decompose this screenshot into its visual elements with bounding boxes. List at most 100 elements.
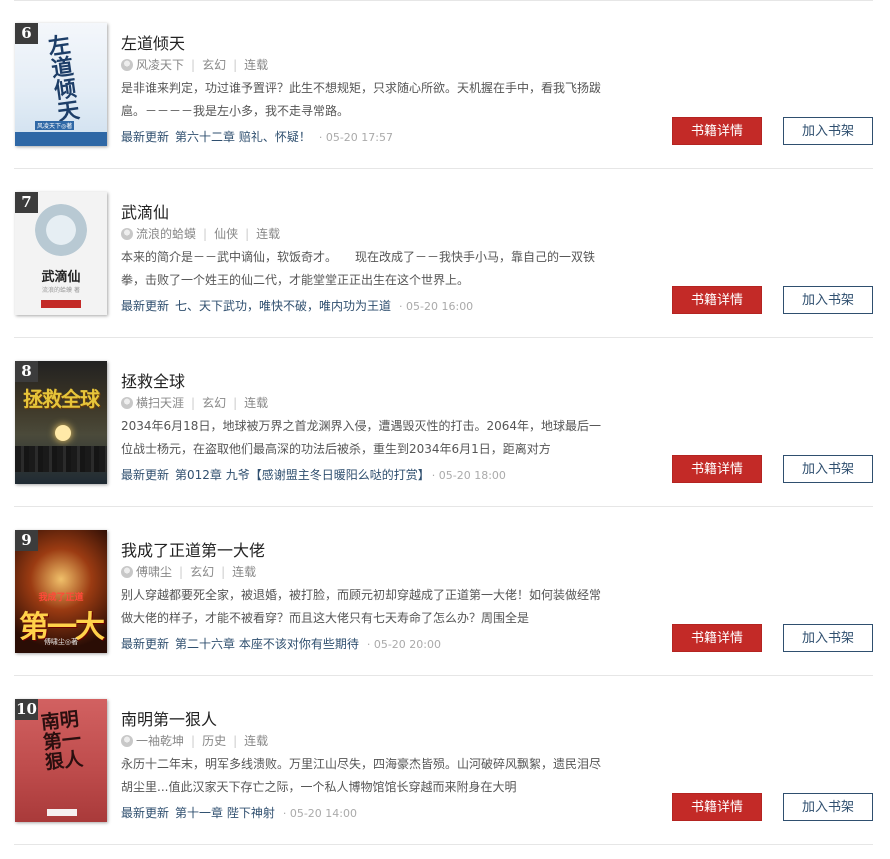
book-meta: 傅啸尘 | 玄幻 | 连载	[121, 563, 256, 580]
latest-chapter-link[interactable]: 第六十二章 赔礼、怀疑！	[175, 130, 311, 144]
rank-badge: 6	[15, 23, 38, 44]
latest-chapter-link[interactable]: 第十一章 陛下神射	[175, 806, 275, 820]
latest-chapter-link[interactable]: 第二十六章 本座不该对你有些期待	[175, 637, 359, 651]
separator: |	[233, 733, 238, 748]
separator: |	[191, 57, 196, 72]
book-item: 我成了正道 第一大佬 傅啸尘◎著 9 我成了正道第一大佬 傅啸尘 | 玄幻 | …	[0, 507, 890, 676]
book-author[interactable]: 风凌天下	[136, 56, 184, 73]
book-detail-button[interactable]: 书籍详情	[672, 286, 762, 314]
latest-update-label: 最新更新	[121, 468, 170, 482]
book-author[interactable]: 横扫天涯	[136, 394, 184, 411]
book-title[interactable]: 拯救全球	[121, 368, 185, 392]
book-cover[interactable]: 拯救全球 8	[15, 361, 107, 484]
separator: |	[233, 57, 238, 72]
update-time: · 05-20 17:57	[318, 131, 393, 144]
separator: |	[221, 564, 226, 579]
book-cover[interactable]: 南明第一狠人 10	[15, 699, 107, 822]
book-cover[interactable]: 武滴仙 流浪的蛤蟆 著 7	[15, 192, 107, 315]
author-avatar-icon	[121, 734, 133, 747]
book-item: 拯救全球 8 拯救全球 横扫天涯 | 玄幻 | 连载 2034年6月18日，地球…	[0, 338, 890, 507]
book-title[interactable]: 南明第一狠人	[121, 706, 217, 730]
author-avatar-icon	[121, 227, 133, 240]
book-detail-button[interactable]: 书籍详情	[672, 624, 762, 652]
book-meta: 横扫天涯 | 玄幻 | 连载	[121, 394, 268, 411]
latest-chapter-link[interactable]: 第012章 九爷【感谢盟主冬日暖阳么哒的打赏】	[175, 468, 424, 482]
cover-band	[15, 132, 107, 146]
book-cover[interactable]: 我成了正道 第一大佬 傅啸尘◎著 9	[15, 530, 107, 653]
cover-moon	[55, 425, 71, 441]
book-detail-button[interactable]: 书籍详情	[672, 793, 762, 821]
latest-update: 最新更新 七、天下武功，唯快不破，唯内功为王道 · 05-20 16:00	[121, 297, 473, 314]
cover-title-text: 武滴仙	[41, 270, 81, 285]
book-title[interactable]: 我成了正道第一大佬	[121, 537, 265, 561]
divider	[14, 844, 873, 845]
latest-update: 最新更新 第十一章 陛下神射 · 05-20 14:00	[121, 804, 357, 821]
book-item: 左道倾天 风凌天下◎著 6 左道倾天 风凌天下 | 玄幻 | 连载 是非谁来判定…	[0, 0, 890, 169]
book-author[interactable]: 一袖乾坤	[136, 732, 184, 749]
author-avatar-icon	[121, 396, 133, 409]
book-detail-button[interactable]: 书籍详情	[672, 117, 762, 145]
update-time: · 05-20 20:00	[366, 638, 441, 651]
publisher-logo	[41, 300, 81, 308]
add-to-shelf-button[interactable]: 加入书架	[783, 624, 873, 652]
book-meta: 流浪的蛤蟆 | 仙侠 | 连载	[121, 225, 280, 242]
book-description: 2034年6月18日，地球被万界之首龙渊界入侵，遭遇毁灭性的打击。2064年，地…	[121, 419, 601, 456]
latest-update-label: 最新更新	[121, 299, 170, 313]
book-author[interactable]: 傅啸尘	[136, 563, 172, 580]
add-to-shelf-button[interactable]: 加入书架	[783, 793, 873, 821]
book-item: 武滴仙 流浪的蛤蟆 著 7 武滴仙 流浪的蛤蟆 | 仙侠 | 连载 本来的简介是…	[0, 169, 890, 338]
book-status: 连载	[256, 227, 281, 241]
rank-badge: 10	[15, 699, 38, 720]
latest-update-label: 最新更新	[121, 637, 170, 651]
book-author[interactable]: 流浪的蛤蟆	[136, 225, 196, 242]
book-genre[interactable]: 仙侠	[214, 225, 238, 242]
book-detail-button[interactable]: 书籍详情	[672, 455, 762, 483]
book-title[interactable]: 左道倾天	[121, 30, 185, 54]
update-time: · 05-20 18:00	[431, 469, 506, 482]
separator: |	[245, 226, 250, 241]
book-genre[interactable]: 玄幻	[202, 394, 226, 411]
book-meta: 风凌天下 | 玄幻 | 连载	[121, 56, 268, 73]
latest-update-label: 最新更新	[121, 806, 170, 820]
book-cover[interactable]: 左道倾天 风凌天下◎著 6	[15, 23, 107, 146]
separator: |	[191, 395, 196, 410]
update-time: · 05-20 14:00	[282, 807, 357, 820]
book-genre[interactable]: 玄幻	[202, 56, 226, 73]
separator: |	[191, 733, 196, 748]
book-description: 是非谁来判定，功过谁予置评？此生不想规矩，只求随心所欲。天机握在手中，看我飞扬跋…	[121, 81, 602, 118]
book-description: 永历十二年末，明军多线溃败。万里江山尽失，四海豪杰皆殒。山河破碎风飘絮，遗民泪尽…	[121, 757, 602, 794]
book-genre[interactable]: 玄幻	[190, 563, 214, 580]
latest-chapter-link[interactable]: 七、天下武功，唯快不破，唯内功为王道	[175, 299, 391, 313]
add-to-shelf-button[interactable]: 加入书架	[783, 455, 873, 483]
cover-title-text: 南明第一狠人	[39, 708, 85, 774]
book-status: 连载	[244, 58, 269, 72]
cover-author-text: 风凌天下◎著	[35, 121, 75, 130]
book-item: 南明第一狠人 10 南明第一狠人 一袖乾坤 | 历史 | 连载 永历十二年末，明…	[0, 676, 890, 845]
latest-update: 最新更新 第六十二章 赔礼、怀疑！ · 05-20 17:57	[121, 128, 393, 145]
author-avatar-icon	[121, 58, 133, 71]
book-status: 连载	[232, 565, 257, 579]
book-description: 别人穿越都要死全家，被退婚，被打脸，而顾元初却穿越成了正道第一大佬！如何装做经常…	[121, 588, 602, 625]
add-to-shelf-button[interactable]: 加入书架	[783, 286, 873, 314]
author-avatar-icon	[121, 565, 133, 578]
cover-emblem	[35, 204, 87, 256]
book-status: 连载	[244, 734, 269, 748]
latest-update: 最新更新 第二十六章 本座不该对你有些期待 · 05-20 20:00	[121, 635, 441, 652]
add-to-shelf-button[interactable]: 加入书架	[783, 117, 873, 145]
book-meta: 一袖乾坤 | 历史 | 连载	[121, 732, 268, 749]
cover-author-text: 傅啸尘◎著	[43, 638, 79, 646]
cover-title-text: 拯救全球	[23, 387, 100, 411]
publisher-logo	[47, 809, 77, 816]
cover-city	[15, 446, 107, 472]
book-title[interactable]: 武滴仙	[121, 199, 169, 223]
update-time: · 05-20 16:00	[399, 300, 474, 313]
separator: |	[203, 226, 208, 241]
latest-update: 最新更新 第012章 九爷【感谢盟主冬日暖阳么哒的打赏】 · 05-20 18:00	[121, 466, 506, 483]
book-status: 连载	[244, 396, 269, 410]
rank-badge: 9	[15, 530, 38, 551]
rank-badge: 8	[15, 361, 38, 382]
rank-badge: 7	[15, 192, 38, 213]
latest-update-label: 最新更新	[121, 130, 170, 144]
separator: |	[179, 564, 184, 579]
book-genre[interactable]: 历史	[202, 732, 226, 749]
